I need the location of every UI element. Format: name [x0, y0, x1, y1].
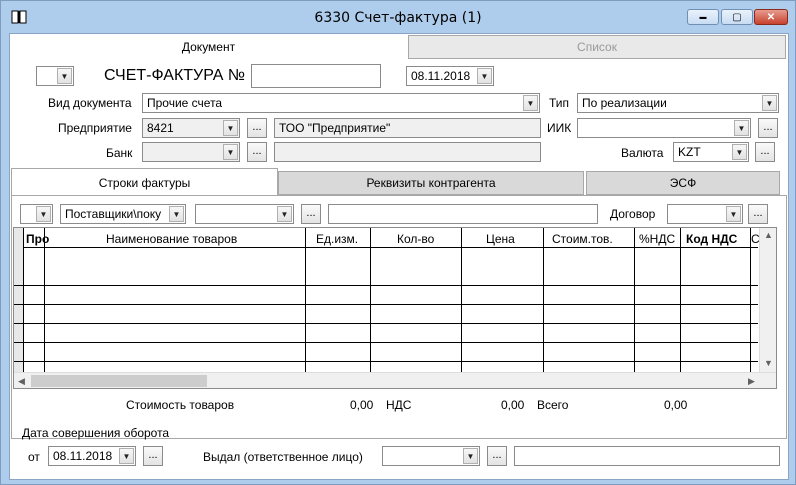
turnover-date-label: Дата совершения оборота — [22, 426, 170, 440]
close-button[interactable]: ✕ — [754, 9, 788, 25]
supplier-select[interactable]: Поставщики\поку ▼ — [60, 204, 186, 224]
grand-total-value: 0,00 — [664, 398, 688, 412]
maximize-icon: ▢ — [732, 11, 742, 23]
table-row[interactable] — [14, 324, 758, 343]
date-picker[interactable]: 08.11.2018 ▼ — [406, 66, 494, 86]
tab-list[interactable]: Список — [408, 35, 786, 59]
chevron-down-icon[interactable]: ▼ — [223, 120, 238, 136]
client-area: Документ Список ▼ СЧЕТ-ФАКТУРА № 08.11.2… — [9, 33, 789, 480]
chevron-down-icon[interactable]: ▼ — [732, 144, 747, 160]
iik-select[interactable]: ▼ — [577, 118, 751, 138]
goods-total-value: 0,00 — [350, 398, 374, 412]
scroll-right-icon[interactable]: ▶ — [748, 376, 755, 387]
doc-type-label: Вид документа — [48, 96, 132, 110]
title-bar[interactable]: 6330 Счет-фактура (1) ▬ ▢ ✕ — [1, 1, 795, 33]
counterparty-select[interactable]: ▼ — [195, 204, 294, 224]
currency-value: KZT — [678, 145, 701, 159]
goods-total-label: Стоимость товаров — [126, 398, 235, 412]
contract-label: Договор — [610, 207, 656, 221]
tab-document-label: Документ — [181, 40, 236, 54]
chevron-down-icon[interactable]: ▼ — [523, 95, 538, 111]
chevron-down-icon[interactable]: ▼ — [463, 448, 478, 464]
currency-lookup-button[interactable]: ... — [755, 142, 775, 162]
iik-label: ИИК — [547, 121, 572, 135]
issued-by-select[interactable]: ▼ — [382, 446, 480, 466]
tab-counterparty-requisites-label: Реквизиты контрагента — [366, 176, 496, 190]
table-row[interactable] — [14, 343, 758, 362]
doc-type-select[interactable]: Прочие счета ▼ — [142, 93, 540, 113]
vat-label: НДС — [386, 398, 412, 412]
chevron-down-icon[interactable]: ▼ — [57, 68, 72, 84]
chevron-down-icon[interactable]: ▼ — [277, 206, 292, 222]
turnover-date-picker[interactable]: 08.11.2018 ▼ — [48, 446, 136, 466]
table-row[interactable] — [14, 267, 758, 286]
issued-by-lookup-button[interactable]: ... — [487, 446, 507, 466]
vat-value: 0,00 — [501, 398, 525, 412]
enterprise-code-select[interactable]: 8421 ▼ — [142, 118, 240, 138]
chevron-down-icon[interactable]: ▼ — [477, 68, 492, 84]
contract-select[interactable]: ▼ — [667, 204, 743, 224]
grand-total-label: Всего — [537, 398, 569, 412]
window-title: 6330 Счет-фактура (1) — [314, 10, 482, 26]
maximize-button[interactable]: ▢ — [721, 9, 753, 25]
enterprise-label: Предприятие — [58, 121, 132, 135]
invoice-lines-grid[interactable]: Про Наименование товаров Ед.изм. Кол-во … — [13, 227, 777, 389]
enterprise-lookup-button[interactable]: ... — [247, 118, 267, 138]
scroll-down-icon[interactable]: ▼ — [764, 358, 773, 368]
chevron-down-icon[interactable]: ▼ — [762, 95, 777, 111]
chevron-down-icon[interactable]: ▼ — [169, 206, 184, 222]
doc-prefix-select[interactable]: ▼ — [36, 66, 74, 86]
scroll-up-icon[interactable]: ▲ — [764, 230, 773, 240]
bank-label: Банк — [106, 146, 133, 160]
doc-type-value: Прочие счета — [147, 96, 223, 110]
minimize-icon: ▬ — [699, 13, 707, 21]
turnover-date-button[interactable]: ... — [143, 446, 163, 466]
chevron-down-icon[interactable]: ▼ — [223, 144, 238, 160]
bank-name-field — [274, 142, 541, 162]
tab-invoice-rows[interactable]: Строки фактуры — [11, 168, 278, 196]
filter-select[interactable]: ▼ — [20, 204, 53, 224]
chevron-down-icon[interactable]: ▼ — [726, 206, 741, 222]
app-window: 6330 Счет-фактура (1) ▬ ▢ ✕ Документ Спи… — [0, 0, 796, 485]
chevron-down-icon[interactable]: ▼ — [119, 448, 134, 464]
tab-invoice-rows-label: Строки фактуры — [98, 175, 191, 190]
tab-list-label: Список — [577, 40, 617, 54]
horizontal-scroll-thumb[interactable] — [31, 375, 207, 387]
tab-esf-label: ЭСФ — [669, 176, 697, 190]
bank-lookup-button[interactable]: ... — [247, 142, 267, 162]
issued-by-name-field[interactable] — [514, 446, 780, 466]
contract-lookup-button[interactable]: ... — [748, 204, 768, 224]
type-select[interactable]: По реализации ▼ — [577, 93, 779, 113]
table-row[interactable] — [14, 305, 758, 324]
supplier-value: Поставщики\поку — [65, 207, 162, 221]
counterparty-name-field[interactable] — [328, 204, 598, 224]
minimize-button[interactable]: ▬ — [687, 9, 719, 25]
currency-select[interactable]: KZT ▼ — [673, 142, 749, 162]
tab-counterparty-requisites[interactable]: Реквизиты контрагента — [278, 171, 584, 195]
type-label: Тип — [549, 96, 570, 110]
horizontal-scrollbar[interactable]: ◀ ▶ — [14, 372, 776, 388]
iik-lookup-button[interactable]: ... — [758, 118, 778, 138]
doc-title: СЧЕТ-ФАКТУРА № — [104, 67, 246, 84]
close-icon: ✕ — [766, 11, 776, 23]
chevron-down-icon[interactable]: ▼ — [36, 206, 51, 222]
from-label: от — [28, 450, 40, 464]
enterprise-code-value: 8421 — [147, 121, 174, 135]
tab-document[interactable]: Документ — [10, 34, 407, 60]
bank-select[interactable]: ▼ — [142, 142, 240, 162]
type-value: По реализации — [582, 96, 667, 110]
turnover-date-value: 08.11.2018 — [53, 449, 113, 463]
date-value: 08.11.2018 — [411, 69, 471, 83]
enterprise-name-field: ТОО "Предприятие" — [274, 118, 541, 138]
invoice-number-input[interactable] — [251, 64, 381, 88]
vertical-scrollbar[interactable]: ▲ ▼ — [759, 228, 776, 372]
tab-esf[interactable]: ЭСФ — [586, 171, 780, 195]
currency-label: Валюта — [621, 146, 664, 160]
issued-by-label: Выдал (ответственное лицо) — [203, 450, 363, 464]
table-row[interactable] — [14, 286, 758, 305]
counterparty-lookup-button[interactable]: ... — [301, 204, 321, 224]
scroll-left-icon[interactable]: ◀ — [18, 376, 25, 387]
chevron-down-icon[interactable]: ▼ — [734, 120, 749, 136]
